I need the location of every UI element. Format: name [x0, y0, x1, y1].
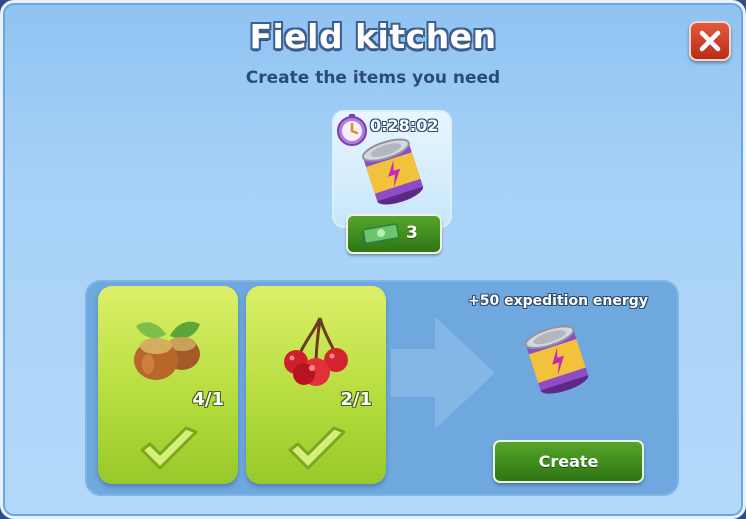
energy-can-icon — [524, 325, 589, 394]
reward-description: +50 expedition energy — [468, 293, 648, 309]
ingredient-card-hazelnut[interactable]: 4/1 — [98, 286, 238, 484]
ingredient-quantity: 4/1 — [192, 389, 224, 410]
instant-finish-button[interactable]: 3 — [346, 214, 442, 254]
instant-finish-cost: 3 — [406, 223, 418, 243]
cherry-icon — [284, 317, 348, 386]
checkmark-icon — [140, 426, 198, 470]
field-kitchen-dialog: Field kitchen Create the items you need … — [0, 0, 746, 519]
ingredient-card-cherry[interactable]: 2/1 — [246, 286, 386, 484]
dialog-subtitle: Create the items you need — [245, 68, 501, 88]
cash-bundle-icon — [361, 223, 400, 246]
dialog-title: Field kitchen — [249, 17, 497, 56]
ingredient-quantity: 2/1 — [340, 389, 372, 410]
close-button[interactable] — [689, 21, 731, 61]
hazelnut-icon — [134, 321, 200, 380]
create-button[interactable]: Create — [493, 440, 644, 483]
close-icon — [699, 30, 721, 52]
checkmark-icon — [288, 426, 346, 470]
arrow-right-icon — [391, 317, 495, 429]
energy-can-icon — [361, 138, 424, 205]
